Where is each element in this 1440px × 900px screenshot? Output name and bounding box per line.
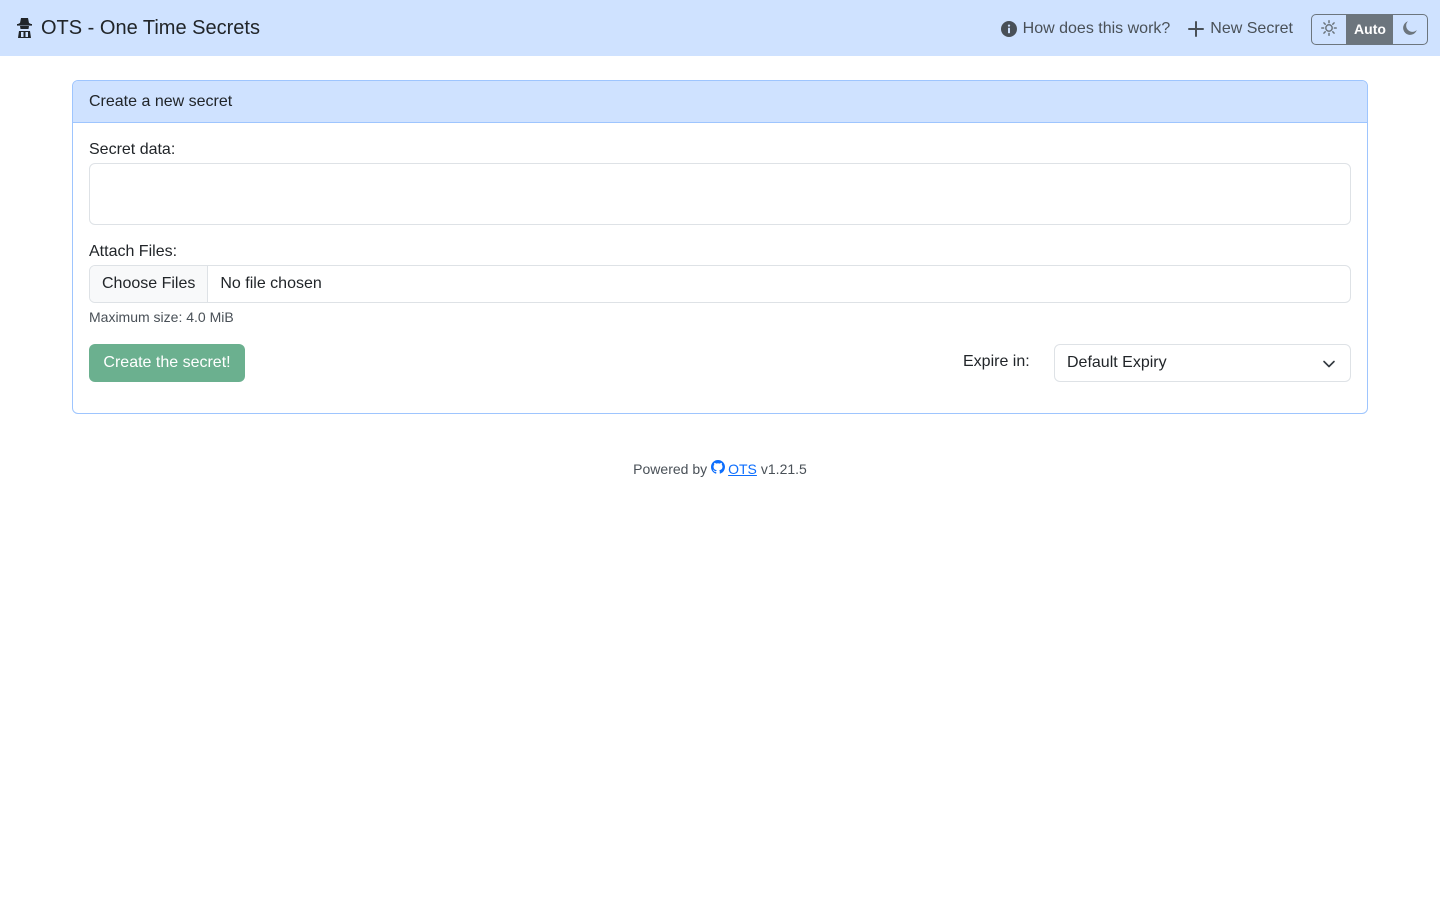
ots-link[interactable]: OTS — [711, 460, 757, 477]
create-secret-card: Create a new secret Secret data: Attach … — [72, 80, 1368, 414]
how-it-works-link[interactable]: How does this work? — [1000, 20, 1171, 38]
choose-files-button[interactable]: Choose Files — [90, 266, 209, 302]
plus-icon — [1188, 21, 1205, 37]
theme-light-button[interactable] — [1312, 14, 1347, 44]
footer: Powered by OTS v1.21.5 — [0, 460, 1440, 477]
new-secret-link[interactable]: New Secret — [1188, 20, 1293, 38]
powered-by-text: Powered by — [633, 460, 708, 477]
info-circle-icon — [1000, 21, 1017, 37]
file-status: No file chosen — [220, 275, 322, 292]
brand[interactable]: OTS - One Time Secrets — [16, 14, 260, 42]
version-text: v1.21.5 — [760, 460, 807, 477]
secret-data-label: Secret data: — [89, 141, 176, 158]
theme-dark-button[interactable] — [1393, 15, 1427, 44]
github-icon — [711, 460, 726, 477]
brand-title: OTS - One Time Secrets — [41, 16, 260, 39]
expiry-selected-value: Default Expiry — [1067, 354, 1167, 371]
new-secret-label: New Secret — [1210, 20, 1293, 37]
file-input[interactable]: Choose Files No file chosen — [89, 265, 1351, 303]
max-size-hint: Maximum size: 4.0 MiB — [89, 309, 234, 325]
attach-files-label: Attach Files: — [89, 243, 178, 260]
navbar: OTS - One Time Secrets How does this wor… — [0, 0, 1440, 56]
moon-icon — [1402, 20, 1418, 39]
ots-link-label: OTS — [728, 460, 757, 477]
expire-label: Expire in: — [963, 353, 1030, 370]
theme-auto-button[interactable]: Auto — [1347, 14, 1393, 44]
expiry-select[interactable]: Default Expiry — [1054, 344, 1351, 382]
create-secret-button[interactable]: Create the secret! — [89, 344, 245, 382]
spy-icon — [16, 17, 33, 39]
sun-icon — [1321, 19, 1337, 39]
card-header: Create a new secret — [73, 81, 1367, 123]
theme-switcher: Auto — [1311, 13, 1428, 45]
secret-data-input[interactable] — [89, 163, 1351, 225]
chevron-down-icon — [1322, 357, 1336, 376]
how-it-works-label: How does this work? — [1022, 20, 1171, 37]
nav-actions: How does this work? New Secret Auto — [1000, 13, 1428, 45]
